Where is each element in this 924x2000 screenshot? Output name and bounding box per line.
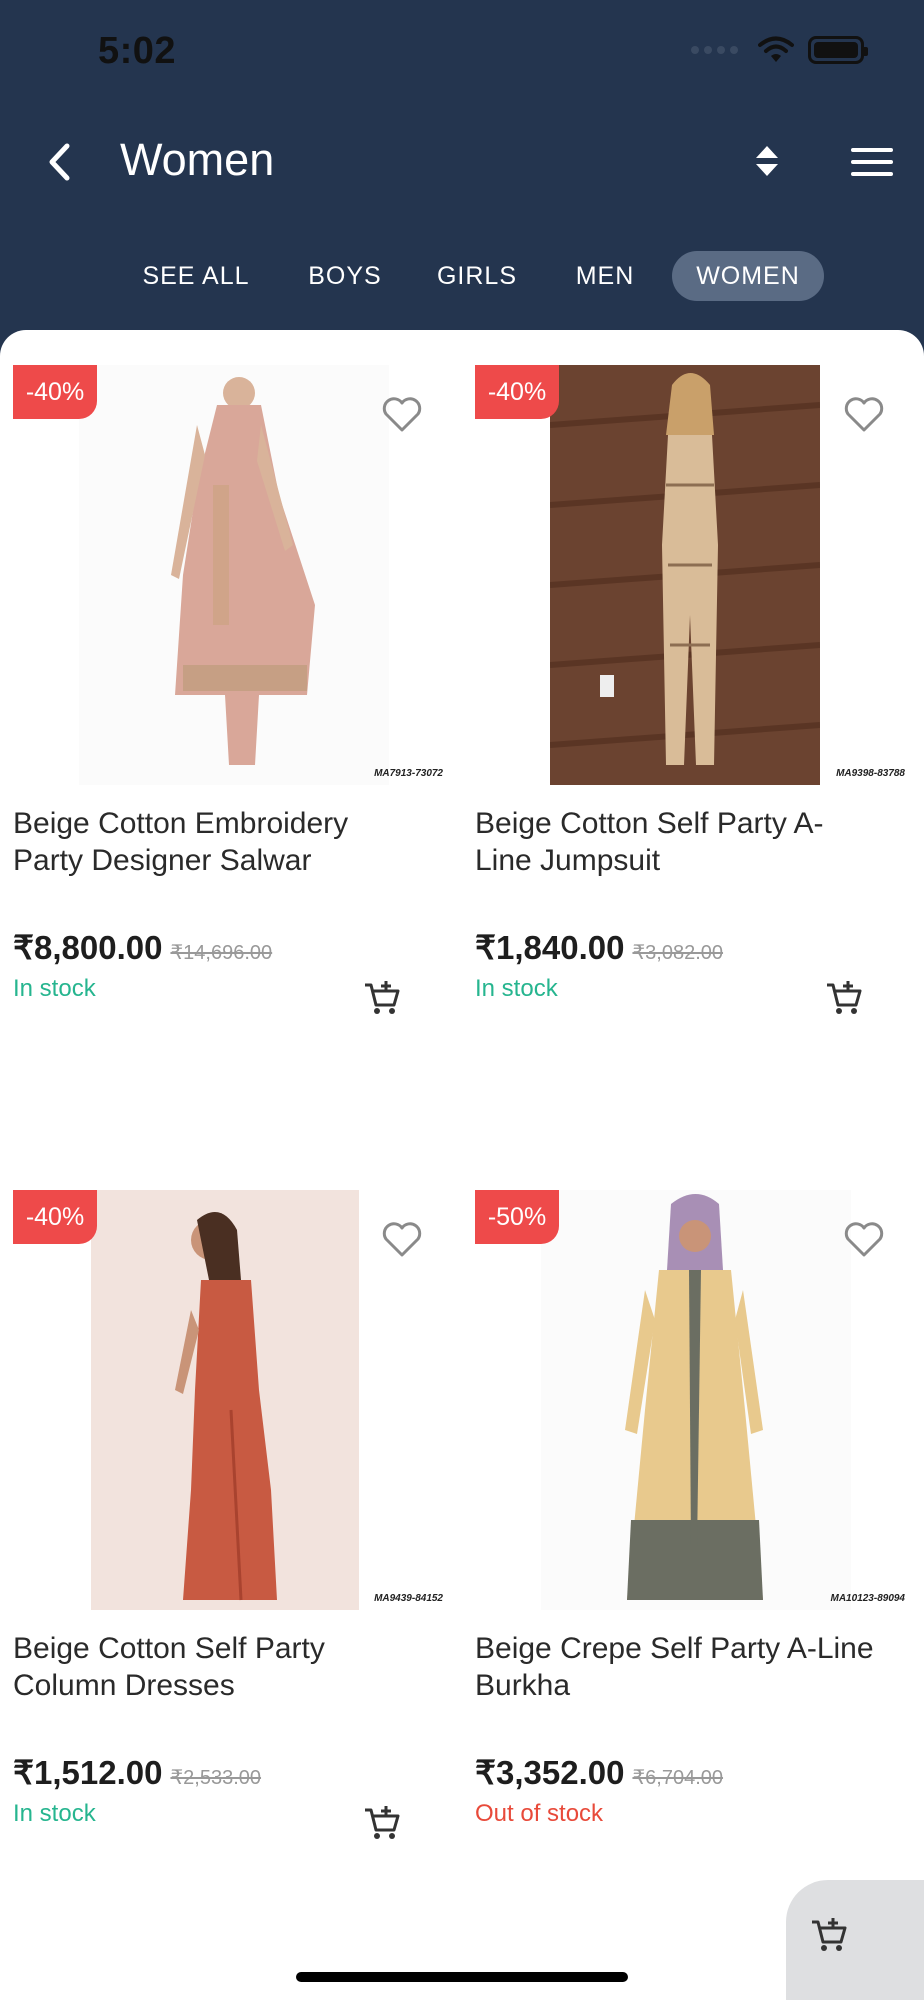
price-row: ₹1,840.00 ₹3,082.00 (475, 928, 723, 967)
wishlist-button[interactable] (843, 1220, 885, 1258)
product-card[interactable]: MA9398-83788 -40% Beige Cotton Self Part… (475, 365, 915, 1025)
price-row: ₹3,352.00 ₹6,704.00 (475, 1753, 723, 1792)
product-photo (91, 1190, 359, 1610)
product-price: ₹1,512.00 (13, 1754, 163, 1791)
product-title[interactable]: Beige Cotton Self Party A-Line Jumpsuit (475, 805, 875, 879)
home-indicator[interactable] (296, 1972, 628, 1982)
tab-girls[interactable]: GIRLS (424, 251, 530, 301)
discount-badge: -40% (475, 365, 559, 419)
wishlist-button[interactable] (843, 395, 885, 433)
back-button[interactable] (30, 132, 90, 192)
product-image[interactable]: MA9398-83788 -40% (475, 365, 915, 785)
discount-badge: -40% (13, 365, 97, 419)
original-price: ₹2,533.00 (170, 1767, 262, 1789)
product-title[interactable]: Beige Cotton Embroidery Party Designer S… (13, 805, 413, 879)
product-code: MA10123-89094 (830, 1593, 906, 1604)
heart-outline-icon (844, 397, 884, 432)
product-photo (79, 365, 389, 785)
product-image[interactable]: MA9439-84152 -40% (13, 1190, 453, 1610)
product-code: MA7913-73072 (374, 768, 443, 779)
chevron-left-icon (49, 143, 70, 181)
original-price: ₹6,704.00 (632, 1767, 724, 1789)
product-price: ₹3,352.00 (475, 1754, 625, 1791)
product-price: ₹8,800.00 (13, 929, 163, 966)
cellular-signal-icon (691, 46, 738, 54)
cart-plus-icon (365, 1806, 400, 1839)
product-photo (541, 1190, 851, 1610)
product-title[interactable]: Beige Cotton Self Party Column Dresses (13, 1630, 413, 1704)
product-code: MA9398-83788 (836, 768, 905, 779)
product-title[interactable]: Beige Crepe Self Party A-Line Burkha (475, 1630, 875, 1704)
heart-outline-icon (844, 1222, 884, 1257)
product-price: ₹1,840.00 (475, 929, 625, 966)
category-tabs: SEE ALL BOYS GIRLS MEN WOMEN (0, 251, 924, 301)
product-code: MA9439-84152 (374, 1593, 443, 1604)
wifi-icon (758, 36, 794, 62)
add-to-cart-button[interactable] (825, 979, 863, 1017)
status-time: 5:02 (98, 30, 177, 72)
tab-see-all[interactable]: SEE ALL (126, 251, 266, 301)
stock-status: In stock (475, 975, 558, 1002)
menu-button[interactable] (846, 136, 898, 188)
heart-outline-icon (382, 397, 422, 432)
sort-button[interactable] (742, 136, 792, 186)
nav-bar: Women (0, 120, 924, 204)
page-title: Women (120, 134, 275, 185)
original-price: ₹3,082.00 (632, 942, 724, 964)
product-image[interactable]: MA10123-89094 -50% (475, 1190, 915, 1610)
floating-cart-button[interactable] (786, 1880, 924, 2000)
product-image[interactable]: MA7913-73072 -40% (13, 365, 453, 785)
sort-icon (756, 146, 778, 176)
cart-plus-icon (812, 1918, 847, 1951)
stock-status: In stock (13, 975, 96, 1002)
product-grid: MA7913-73072 -40% Beige Cotton Embroider… (0, 330, 924, 2000)
original-price: ₹14,696.00 (170, 942, 273, 964)
tab-men[interactable]: MEN (558, 251, 652, 301)
battery-icon (808, 36, 868, 64)
tab-boys[interactable]: BOYS (290, 251, 400, 301)
app-header: 5:02 Women SEE ALL BOYS GIRLS MEN WOMEN (0, 0, 924, 340)
wishlist-button[interactable] (381, 395, 423, 433)
status-bar: 5:02 (0, 0, 924, 110)
status-icons (691, 36, 868, 64)
add-to-cart-button[interactable] (363, 1804, 401, 1842)
price-row: ₹8,800.00 ₹14,696.00 (13, 928, 272, 967)
cart-plus-icon (827, 981, 862, 1014)
product-card[interactable]: MA10123-89094 -50% Beige Crepe Self Part… (475, 1190, 915, 1850)
product-photo (550, 365, 820, 785)
product-card[interactable]: MA9439-84152 -40% Beige Cotton Self Part… (13, 1190, 453, 1850)
hamburger-menu-icon (851, 148, 893, 176)
price-row: ₹1,512.00 ₹2,533.00 (13, 1753, 261, 1792)
wishlist-button[interactable] (381, 1220, 423, 1258)
discount-badge: -40% (13, 1190, 97, 1244)
discount-badge: -50% (475, 1190, 559, 1244)
cart-plus-icon (365, 981, 400, 1014)
stock-status: Out of stock (475, 1800, 604, 1827)
heart-outline-icon (382, 1222, 422, 1257)
product-card[interactable]: MA7913-73072 -40% Beige Cotton Embroider… (13, 365, 453, 1025)
add-to-cart-button[interactable] (363, 979, 401, 1017)
stock-status: In stock (13, 1800, 96, 1827)
tab-women[interactable]: WOMEN (672, 251, 824, 301)
